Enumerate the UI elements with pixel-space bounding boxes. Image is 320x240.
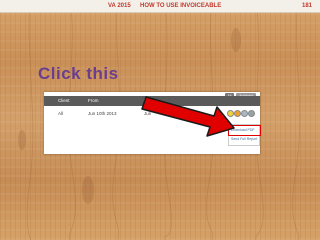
delete-icon[interactable] bbox=[248, 110, 255, 117]
slide-header: VA 2015 HOW TO USE INVOICEABLE 181 bbox=[0, 0, 320, 13]
column-from: From bbox=[88, 98, 99, 103]
cell-to: Jun bbox=[144, 111, 152, 116]
column-to: To bbox=[144, 98, 149, 103]
invoice-screenshot-panel: All Archived Client From To All Jun 10th… bbox=[44, 92, 260, 154]
send-full-report-item[interactable]: Send Full Report bbox=[231, 136, 257, 142]
slide-title: HOW TO USE INVOICEABLE bbox=[140, 3, 222, 9]
cell-from: Jun 10th 2013 bbox=[88, 111, 117, 116]
view-icon[interactable] bbox=[227, 110, 234, 117]
instruction-headline: Click this bbox=[38, 64, 119, 83]
highlight-box bbox=[228, 125, 261, 136]
edit-icon[interactable] bbox=[234, 110, 241, 117]
email-icon[interactable] bbox=[241, 110, 248, 117]
cell-client: All bbox=[58, 111, 64, 116]
table-header-row: Client From To bbox=[44, 96, 260, 106]
column-client: Client bbox=[58, 98, 70, 103]
course-code: VA 2015 bbox=[108, 3, 131, 9]
page-number: 181 bbox=[301, 3, 312, 9]
